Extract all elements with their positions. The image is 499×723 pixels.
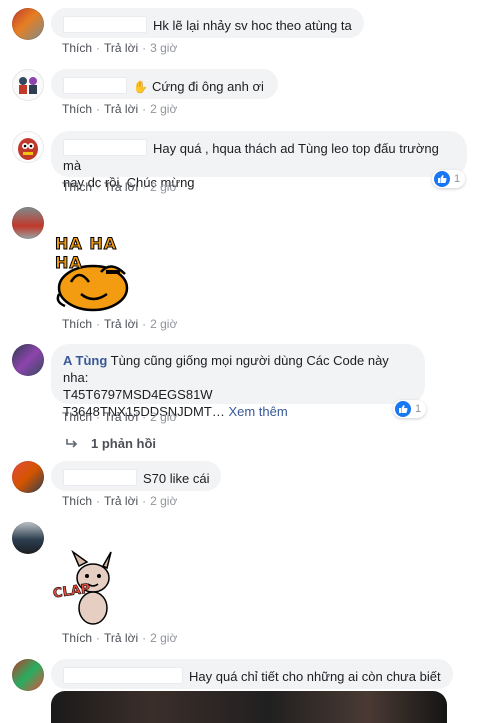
reply-link[interactable]: Trả lời [104,102,138,116]
view-replies-link[interactable]: 1 phản hồi [65,436,156,451]
avatar-figures-icon [19,77,37,94]
redacted-author [63,77,127,94]
comment-actions: Thích · Trả lời · 3 giờ [62,41,178,55]
avatar[interactable] [12,131,44,163]
comment-bubble: S70 like cái [51,461,222,491]
avatar[interactable] [12,522,44,554]
like-link[interactable]: Thích [62,410,92,424]
comment-text: Cứng đi ông anh ơi [151,79,264,94]
sticker-text: HA HA HA [55,234,118,273]
like-link[interactable]: Thích [62,317,92,331]
timestamp[interactable]: 2 giờ [150,317,177,331]
comment-bubble: Hay quá chỉ tiết cho những ai còn chưa b… [51,659,453,689]
reaction-count: 1 [415,403,422,415]
wave-hand-icon: ✋ [133,80,148,94]
like-link[interactable]: Thích [62,102,92,116]
comment-text: Hay quá chỉ tiết cho những ai còn chưa b… [189,669,441,684]
reply-arrow-icon [66,438,78,448]
redacted-author [63,667,183,684]
avatar[interactable] [12,207,44,239]
comment-text-line1: Tùng cũng giống mọi người dùng Các Code … [63,353,389,385]
like-link[interactable]: Thích [62,180,92,194]
timestamp[interactable]: 2 giờ [150,631,177,645]
avatar[interactable] [12,8,44,40]
like-link[interactable]: Thích [62,631,92,645]
haha-sticker: HA HA HA [51,232,135,316]
comment-bubble: A Tùng Tùng cũng giống mọi người dùng Cá… [51,344,425,419]
reply-link[interactable]: Trả lời [104,631,138,645]
redacted-author [63,469,137,486]
reply-link[interactable]: Trả lời [104,180,138,194]
attached-image[interactable] [51,691,447,723]
avatar[interactable] [12,659,44,691]
timestamp[interactable]: 2 giờ [150,494,177,508]
reply-link[interactable]: Trả lời [104,41,138,55]
comment-actions: Thích · Trả lời · 2 giờ [62,317,178,331]
comment-actions: Thích · Trả lời · 2 giờ [62,494,178,508]
replies-count: 1 phản hồi [91,436,156,451]
comment-text-line2: T45T6797MSD4EGS81W [63,387,213,402]
reply-link[interactable]: Trả lời [104,494,138,508]
reaction-count: 1 [454,173,461,185]
like-link[interactable]: Thích [62,494,92,508]
avatar-cartoon-icon [18,138,38,160]
comment-text: Hk lẽ lại nhảy sv hoc theo atùng ta [153,18,352,33]
comment-actions: Thích · Trả lời · 2 giờ [62,631,178,645]
see-more-link[interactable]: Xem thêm [228,404,287,419]
comment-bubble: Hk lẽ lại nhảy sv hoc theo atùng ta [51,8,364,38]
timestamp[interactable]: 2 giờ [150,410,177,424]
comment-bubble: Hay quá , hqua thách ad Tùng leo top đấu… [51,131,467,190]
clap-sticker: CLAP [51,548,131,628]
avatar[interactable] [12,461,44,493]
reaction-badge[interactable]: 1 [432,170,466,188]
timestamp[interactable]: 3 giờ [150,41,177,55]
timestamp[interactable]: 2 giờ [150,180,177,194]
reaction-badge[interactable]: 1 [393,400,427,418]
like-link[interactable]: Thích [62,41,92,55]
author-name[interactable]: A Tùng [63,353,107,368]
timestamp[interactable]: 2 giờ [150,102,177,116]
reply-link[interactable]: Trả lời [104,317,138,331]
comment-text: S70 like cái [143,471,210,486]
reply-link[interactable]: Trả lời [104,410,138,424]
thumbs-up-icon [434,171,450,187]
thumbs-up-icon [395,401,411,417]
redacted-author [63,16,147,33]
comment-actions: Thích · Trả lời · 2 giờ [62,102,178,116]
comment-actions: Thích · Trả lời · 2 giờ [62,180,178,194]
comment-bubble: ✋ Cứng đi ông anh ơi [51,69,278,99]
avatar[interactable] [12,344,44,376]
redacted-author [63,139,147,156]
avatar[interactable] [12,69,44,101]
comment-actions: Thích · Trả lời · 2 giờ [62,410,178,424]
